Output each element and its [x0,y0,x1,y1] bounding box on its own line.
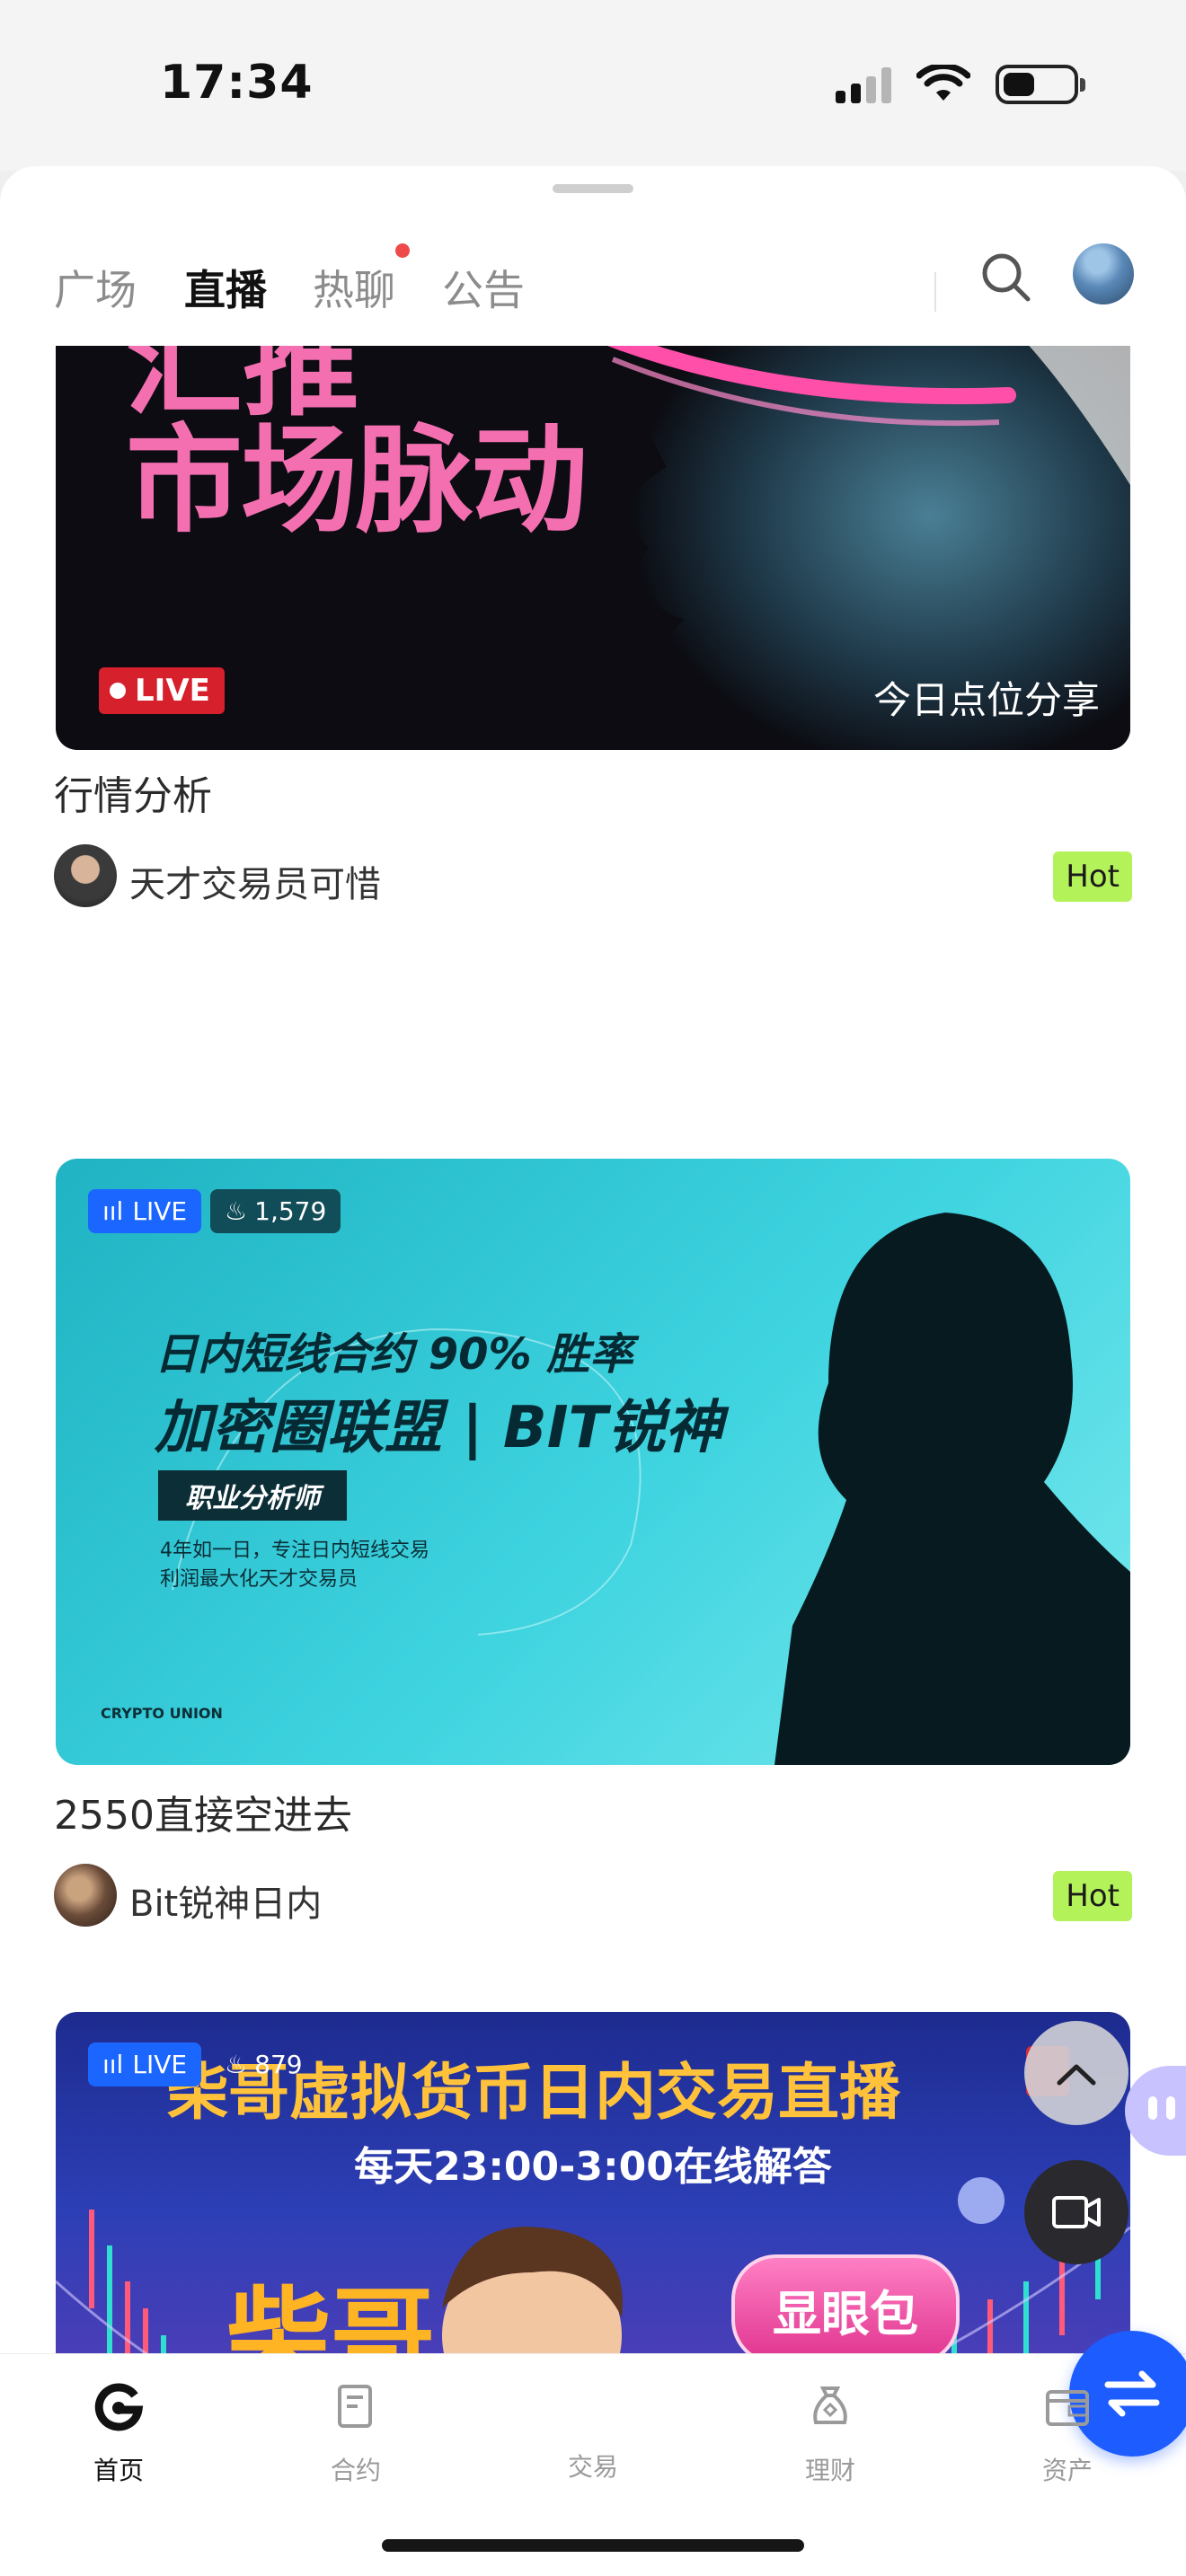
viewer-count-value: 1,579 [254,1196,327,1226]
tab-announcements[interactable]: 公告 [442,258,525,317]
viewer-count: ♨ 879 [210,2042,317,2086]
live-card-banner-2[interactable]: ııl LIVE ♨ 1,579 日内短线合约 90% 胜率 加密圈联盟 | BIT… [56,1159,1130,1765]
nav-home[interactable]: 首页 [65,2381,173,2487]
nav-trade[interactable]: 交易 [539,2331,1186,2483]
chevron-up-icon [1057,2064,1096,2086]
nav-label: 首页 [93,2456,144,2485]
banner-caption: 今日点位分享 [872,678,1100,722]
chat-bubble-icon [1166,2096,1175,2120]
flame-icon: ♨ [225,1196,248,1226]
home-logo-icon [94,2383,144,2431]
live-badge: LIVE [99,667,225,714]
live-card-banner-1[interactable]: 汇推 市场脉动 LIVE 今日点位分享 [56,323,1130,750]
unread-dot-icon [395,243,410,258]
banner-badge: 职业分析师 [158,1470,347,1521]
live-badge: ııl LIVE [88,1189,202,1233]
live-card-title[interactable]: 行情分析 [54,763,212,821]
live-label: LIVE [132,1196,188,1226]
live-bars-icon: ııl [102,1196,124,1226]
status-time: 17:34 [160,56,314,110]
live-feed-sheet: 汇推 市场脉动 LIVE 今日点位分享 行情分析 天才交易员可惜 Hot ııl… [0,166,1186,2576]
chat-bubble-icon [1148,2096,1157,2120]
status-icons [836,65,1085,104]
nav-label: 交易 [567,2452,618,2482]
nav-label: 理财 [804,2456,855,2485]
banner-line1: 日内短线合约 90% 胜率 [155,1329,633,1380]
tabs-divider [934,272,936,312]
live-dot-icon [110,683,126,699]
live-card-title[interactable]: 2550直接空进去 [54,1783,352,1840]
author-avatar[interactable] [54,844,117,907]
wallet-icon [1046,2390,1089,2426]
video-camera-icon [1052,2196,1101,2228]
flame-icon: ♨ [225,2050,248,2079]
money-bag-icon [813,2386,847,2424]
hot-badge: Hot [1053,1871,1132,1921]
home-indicator[interactable] [382,2539,804,2552]
live-status: ııl LIVE ♨ 1,579 [88,1189,341,1233]
search-icon[interactable] [978,249,1035,306]
live-badge: ııl LIVE [88,2042,202,2086]
user-avatar[interactable] [1073,243,1134,304]
banner-tag: 显眼包 [731,2254,960,2365]
live-bars-icon: ııl [102,2050,124,2079]
nav-contracts[interactable]: 合约 [302,2381,410,2487]
author-row[interactable]: Bit锐神日内 Hot [54,1864,1132,1927]
wifi-icon [916,65,970,101]
signal-icon [836,66,891,103]
banner-subtitle: 每天23:00-3:00在线解答 [354,2144,832,2190]
start-live-button[interactable] [1024,2160,1128,2264]
sheet-grabber[interactable] [553,184,633,193]
nav-label: 合约 [330,2456,381,2485]
author-name[interactable]: 天才交易员可惜 [129,855,381,907]
live-label: LIVE [135,673,210,709]
hot-badge: Hot [1053,851,1132,902]
banner-line2: 加密圈联盟 | BIT锐神 [155,1395,723,1461]
tab-live[interactable]: 直播 [184,258,267,317]
banner-headline: 市场脉动 [126,412,588,549]
battery-icon [996,65,1085,104]
author-avatar[interactable] [54,1864,117,1927]
banner-sub2: 利润最大化天才交易员 [160,1568,358,1591]
nav-earn[interactable]: 理财 [776,2381,884,2487]
status-bar: 17:34 [0,0,1186,171]
live-status: ııl LIVE ♨ 879 [88,2042,317,2086]
nav-label: 资产 [1041,2456,1093,2485]
banner-sub1: 4年如一日，专注日内短线交易 [160,1539,429,1562]
viewer-count: ♨ 1,579 [210,1189,341,1233]
tab-plaza[interactable]: 广场 [54,258,137,317]
contract-doc-icon [338,2385,372,2428]
author-name[interactable]: Bit锐神日内 [129,1875,322,1927]
viewer-count-value: 879 [254,2050,303,2079]
live-label: LIVE [132,2050,188,2079]
author-row[interactable]: 天才交易员可惜 Hot [54,844,1132,907]
banner-brand: CRYPTO UNION [101,1705,223,1722]
scroll-to-top-button[interactable] [1024,2021,1128,2125]
nav-assets[interactable]: 资产 [1013,2381,1121,2487]
tab-hot-chat[interactable]: 热聊 [313,258,395,317]
